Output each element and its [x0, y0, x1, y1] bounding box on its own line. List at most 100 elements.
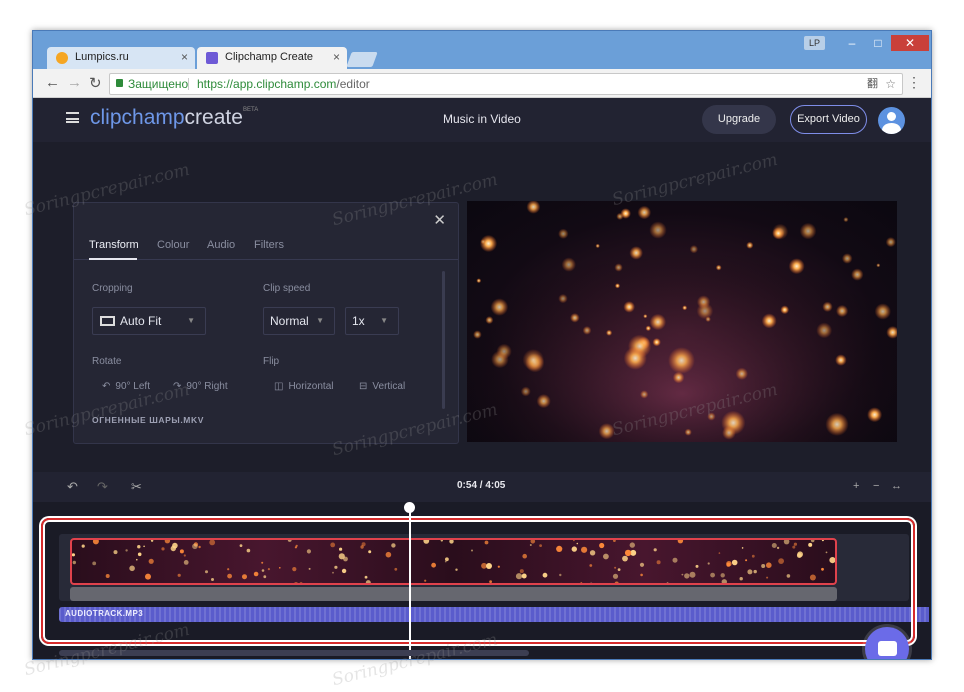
- bokeh-light: [735, 367, 748, 380]
- playhead-handle[interactable]: [404, 502, 415, 513]
- bokeh-light: [836, 304, 849, 318]
- flip-vertical-icon: ⊟: [359, 381, 368, 392]
- bokeh-light: [649, 221, 667, 239]
- bokeh-light: [841, 253, 853, 264]
- tab-close-icon[interactable]: ×: [181, 50, 188, 64]
- hamburger-menu-icon[interactable]: [66, 112, 79, 123]
- profile-badge[interactable]: LP: [803, 36, 825, 50]
- translate-icon[interactable]: 翻: [867, 74, 878, 94]
- undo-icon[interactable]: ↶: [67, 479, 78, 495]
- flip-vertical-button[interactable]: ⊟ Vertical: [359, 381, 405, 392]
- bokeh-light: [715, 264, 722, 271]
- auto-fit-icon: [100, 316, 115, 326]
- clipchamp-logo[interactable]: clipchampcreate: [90, 106, 243, 130]
- bokeh-light: [637, 205, 652, 220]
- redo-icon[interactable]: ↷: [97, 479, 108, 495]
- bokeh-light: [620, 208, 631, 219]
- bokeh-light: [623, 301, 635, 313]
- bokeh-light: [476, 278, 482, 284]
- panel-scrollbar[interactable]: [442, 271, 445, 409]
- rotate-left-icon: ↶: [102, 381, 111, 392]
- bokeh-light: [682, 305, 688, 311]
- rotate-right-icon: ↷: [173, 381, 182, 392]
- bokeh-light: [582, 326, 592, 335]
- panel-tabs: Transform Colour Audio Filters: [74, 235, 458, 260]
- close-panel-icon[interactable]: ✕: [433, 211, 446, 229]
- tab-label: Clipchamp Create: [225, 51, 314, 63]
- project-title[interactable]: Music in Video: [443, 112, 521, 126]
- bokeh-light: [722, 425, 736, 440]
- tab-colour[interactable]: Colour: [157, 239, 189, 251]
- bokeh-light: [606, 329, 613, 336]
- tab-audio[interactable]: Audio: [207, 239, 235, 251]
- bokeh-light: [558, 293, 568, 304]
- tab-transform[interactable]: Transform: [89, 239, 139, 251]
- new-tab-button[interactable]: [346, 52, 378, 67]
- bokeh-light: [598, 423, 615, 440]
- bokeh-light: [761, 313, 777, 329]
- bokeh-light: [668, 347, 695, 374]
- upgrade-button[interactable]: Upgrade: [702, 105, 776, 134]
- close-window-button[interactable]: ✕: [891, 35, 929, 51]
- flip-horizontal-button[interactable]: ◫ Horizontal: [274, 381, 333, 392]
- zoom-fit-icon[interactable]: ↔: [891, 480, 902, 492]
- bokeh-light: [684, 428, 692, 436]
- clipchamp-app: clipchampcreate BETA Music in Video Upgr…: [33, 98, 931, 659]
- bokeh-light: [645, 325, 652, 332]
- user-avatar-icon[interactable]: [878, 107, 905, 134]
- divider: [188, 78, 189, 90]
- chevron-down-icon: ▼: [380, 316, 388, 325]
- bokeh-light: [822, 301, 833, 312]
- bokeh-light: [707, 412, 716, 421]
- tab-close-icon[interactable]: ×: [333, 50, 340, 64]
- forward-icon[interactable]: →: [67, 74, 82, 91]
- bokeh-light: [816, 322, 833, 339]
- browser-menu-icon[interactable]: ⋮: [907, 74, 921, 91]
- rotate-right-button[interactable]: ↷ 90° Right: [173, 381, 228, 392]
- chevron-down-icon: ▼: [187, 316, 195, 325]
- bokeh-light: [614, 283, 621, 289]
- minimize-button[interactable]: –: [839, 35, 865, 51]
- timeline-scrollbar[interactable]: [59, 650, 529, 656]
- clipchamp-favicon-icon: [206, 52, 218, 64]
- maximize-button[interactable]: □: [865, 35, 891, 51]
- rotate-left-button[interactable]: ↶ 90° Left: [102, 381, 150, 392]
- back-icon[interactable]: ←: [45, 74, 60, 91]
- split-scissors-icon[interactable]: ✂: [131, 479, 142, 495]
- playhead-line[interactable]: [409, 508, 411, 659]
- bokeh-light: [496, 343, 512, 360]
- bookmark-star-icon[interactable]: ☆: [885, 74, 896, 94]
- bokeh-light: [851, 268, 864, 281]
- tab-lumpics[interactable]: Lumpics.ru ×: [47, 47, 195, 69]
- bokeh-light: [825, 412, 849, 436]
- clip-properties-panel: ✕ Transform Colour Audio Filters Croppin…: [73, 202, 459, 444]
- window-controls: LP – □ ✕: [803, 35, 929, 51]
- bokeh-light: [473, 330, 482, 339]
- bokeh-light: [780, 305, 790, 315]
- zoom-out-icon[interactable]: −: [873, 480, 879, 492]
- bokeh-light: [672, 371, 685, 384]
- speed-value-select[interactable]: 1x ▼: [345, 307, 399, 335]
- timeline-area: AUDIOTRACK.MP3: [33, 502, 931, 659]
- timeline-toolbar: ↶ ↷ ✂ 0:54 / 4:05 + − ↔: [33, 472, 931, 502]
- chevron-down-icon: ▼: [316, 316, 324, 325]
- security-label: Защищено: [128, 77, 189, 91]
- bokeh-light: [570, 313, 580, 323]
- url-path: /editor: [336, 77, 370, 91]
- speed-mode-select[interactable]: Normal ▼: [263, 307, 335, 335]
- export-video-button[interactable]: Export Video: [790, 105, 867, 134]
- tab-filters[interactable]: Filters: [254, 239, 284, 251]
- reload-icon[interactable]: ↻: [89, 74, 102, 92]
- bokeh-light: [696, 302, 714, 320]
- tab-clipchamp[interactable]: Clipchamp Create ×: [197, 47, 347, 69]
- bokeh-light: [520, 386, 531, 397]
- url-text[interactable]: https://app.clipchamp.com/editor: [197, 74, 370, 94]
- video-preview[interactable]: [467, 201, 897, 442]
- lock-icon: [116, 79, 123, 87]
- bokeh-light: [689, 245, 699, 254]
- cropping-select[interactable]: Auto Fit ▼: [92, 307, 206, 335]
- bokeh-light: [623, 346, 647, 370]
- zoom-in-icon[interactable]: +: [853, 480, 859, 492]
- address-bar[interactable]: Защищено https://app.clipchamp.com/edito…: [109, 73, 903, 95]
- browser-window: Lumpics.ru × Clipchamp Create × LP – □ ✕…: [32, 30, 932, 660]
